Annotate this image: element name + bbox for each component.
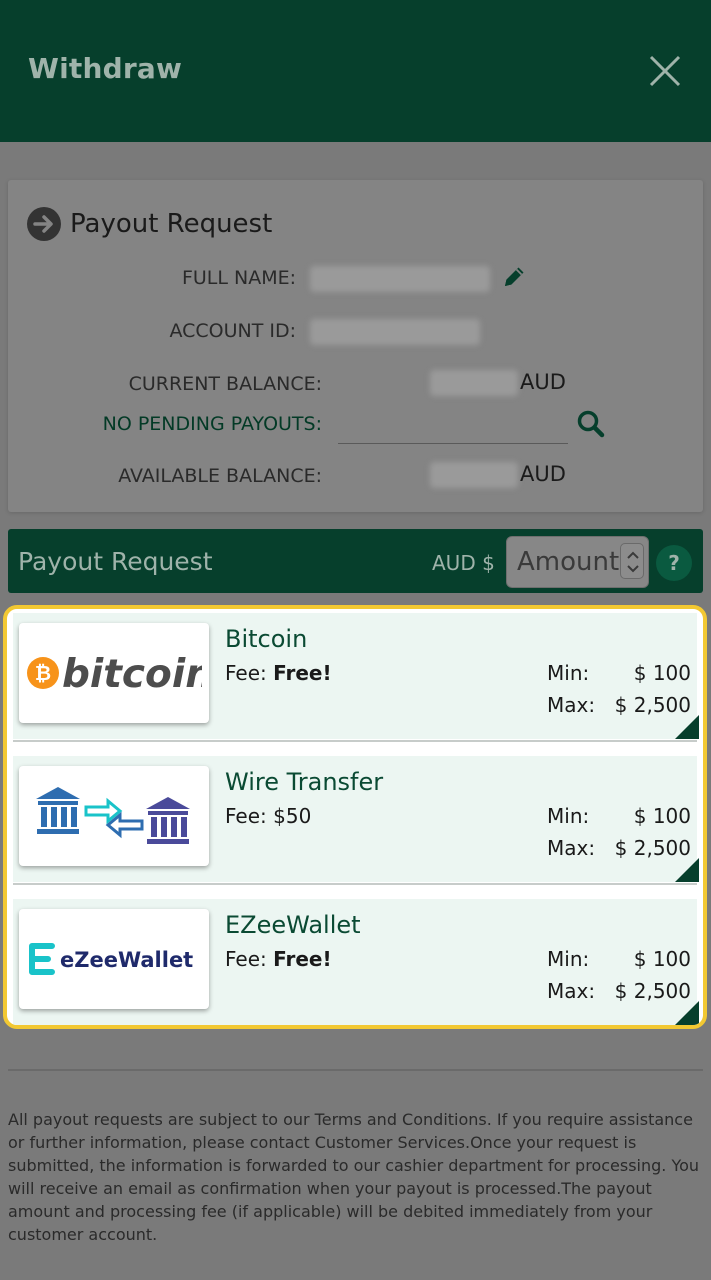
- full-name-label: FULL NAME:: [181, 267, 296, 289]
- method-name: Bitcoin: [225, 625, 308, 653]
- disclaimer-text: All payout requests are subject to our T…: [8, 1110, 700, 1244]
- pencil-icon[interactable]: [501, 264, 527, 290]
- fee-value: Free!: [273, 947, 332, 971]
- close-icon: [649, 55, 681, 87]
- ezeewallet-logo-text: eZeeWallet: [60, 948, 193, 972]
- svg-text:₿: ₿: [35, 661, 51, 685]
- max-label: Max:: [547, 979, 596, 1003]
- section-divider: [8, 1069, 703, 1071]
- method-fee: Fee: $50: [225, 804, 311, 828]
- payout-info-card: Payout Request FULL NAME: ACCOUNT ID: CU…: [8, 180, 703, 512]
- modal-header: Withdraw: [0, 0, 711, 142]
- search-icon[interactable]: [576, 409, 606, 439]
- current-balance-value: [430, 370, 518, 396]
- arrow-right-circle-icon: [27, 207, 61, 241]
- bitcoin-logo-text: bitcoin: [62, 652, 202, 697]
- min-value: $ 100: [633, 947, 691, 971]
- modal-title: Withdraw: [28, 52, 183, 85]
- method-fee: Fee: Free!: [225, 947, 332, 971]
- payout-request-bar: Payout Request AUD $ ?: [8, 529, 703, 593]
- amount-stepper[interactable]: [620, 543, 644, 579]
- account-id-value: [310, 319, 480, 345]
- fee-label: Fee:: [225, 661, 267, 685]
- ezeewallet-logo: eZeeWallet: [19, 909, 209, 1009]
- min-value: $ 100: [633, 661, 691, 685]
- max-label: Max:: [547, 693, 596, 717]
- wire-transfer-logo: [19, 766, 209, 866]
- fee-label: Fee:: [225, 804, 267, 828]
- method-name: Wire Transfer: [225, 768, 384, 796]
- info-title: Payout Request: [70, 209, 273, 239]
- min-label: Min:: [547, 661, 590, 685]
- pending-payouts-label: NO PENDING PAYOUTS:: [102, 413, 322, 435]
- available-balance-currency: AUD: [520, 462, 566, 486]
- bitcoin-logo-icon: ₿ bitcoin: [27, 652, 202, 697]
- max-value: $ 2,500: [614, 693, 691, 717]
- min-label: Min:: [547, 947, 590, 971]
- max-label: Max:: [547, 836, 596, 860]
- payment-methods-list: ₿ bitcoin Bitcoin Fee: Free! Min: $ 100 …: [3, 605, 707, 1029]
- fee-value: Free!: [273, 661, 332, 685]
- full-name-value: [310, 266, 490, 292]
- help-button[interactable]: ?: [656, 545, 692, 581]
- info-title-row: Payout Request: [26, 204, 272, 244]
- available-balance-value: [430, 462, 518, 488]
- available-balance-label: AVAILABLE BALANCE:: [118, 465, 322, 487]
- current-balance-label: CURRENT BALANCE:: [128, 373, 322, 395]
- bitcoin-logo: ₿ bitcoin: [19, 623, 209, 723]
- current-balance-currency: AUD: [520, 370, 566, 394]
- method-ezeewallet[interactable]: eZeeWallet EZeeWallet Fee: Free! Min: $ …: [13, 899, 699, 1025]
- account-id-label: ACCOUNT ID:: [169, 320, 296, 342]
- min-value: $ 100: [633, 804, 691, 828]
- method-wire-transfer[interactable]: Wire Transfer Fee: $50 Min: $ 100 Max: $…: [13, 756, 699, 882]
- close-button[interactable]: [644, 50, 686, 92]
- ezeewallet-logo-icon: eZeeWallet: [29, 943, 193, 975]
- chevron-up-down-icon: [627, 551, 639, 573]
- fee-value: $50: [273, 804, 312, 828]
- method-fee: Fee: Free!: [225, 661, 332, 685]
- min-label: Min:: [547, 804, 590, 828]
- fee-label: Fee:: [225, 947, 267, 971]
- method-bitcoin[interactable]: ₿ bitcoin Bitcoin Fee: Free! Min: $ 100 …: [13, 613, 699, 739]
- method-name: EZeeWallet: [225, 911, 361, 939]
- max-value: $ 2,500: [614, 836, 691, 860]
- max-value: $ 2,500: [614, 979, 691, 1003]
- bank-transfer-icon: [36, 787, 190, 844]
- payout-request-title: Payout Request: [18, 547, 213, 576]
- currency-label: AUD $: [432, 551, 495, 575]
- method-divider: [13, 883, 697, 885]
- pending-payouts-field: [338, 443, 568, 444]
- method-divider: [13, 740, 697, 742]
